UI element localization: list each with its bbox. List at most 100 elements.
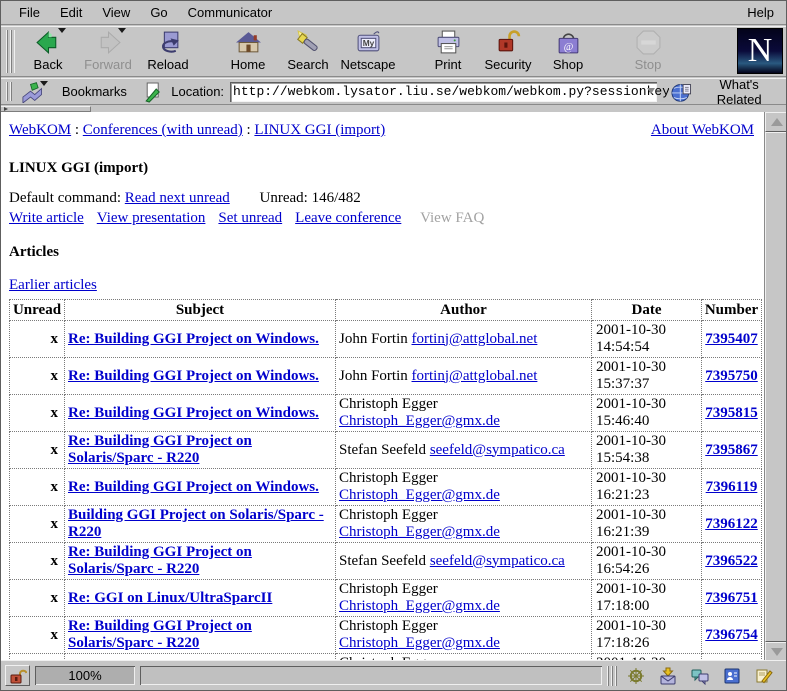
home-button[interactable]: Home <box>218 28 278 74</box>
menu-communicator[interactable]: Communicator <box>178 2 283 23</box>
table-row: x Building GGI Project on Solaris/Sparc … <box>10 506 762 543</box>
netscape-button[interactable]: MyNetscape <box>338 28 398 74</box>
article-date: 2001-10-30 16:21:23 <box>592 469 702 506</box>
read-next-unread-link[interactable]: Read next unread <box>125 190 230 206</box>
article-number-link[interactable]: 7395815 <box>705 405 758 421</box>
toolbar-button-label: Netscape <box>341 57 396 72</box>
scroll-up-button[interactable] <box>765 112 787 132</box>
author-email-link[interactable]: Christoph_Egger@gmx.de <box>339 524 500 540</box>
security-button[interactable]: Security <box>478 28 538 74</box>
breadcrumb-separator: : <box>243 122 255 138</box>
component-bar-grip[interactable] <box>607 666 617 686</box>
browser-window: FileEditViewGoCommunicator Help Back Forw… <box>0 0 787 691</box>
author-email-link[interactable]: Christoph_Egger@gmx.de <box>339 413 500 429</box>
article-number-link[interactable]: 7395750 <box>705 368 758 384</box>
vertical-scrollbar[interactable] <box>764 112 787 662</box>
navigator-component-button[interactable] <box>626 666 646 686</box>
article-date: 2001-10-30 17:18:00 <box>592 580 702 617</box>
article-number-link[interactable]: 7396122 <box>705 516 758 532</box>
subject-link[interactable]: Re: Building GGI Project on Solaris/Spar… <box>68 544 252 577</box>
reload-button[interactable]: Reload <box>138 28 198 74</box>
menu-view[interactable]: View <box>92 2 140 23</box>
unread-mark: x <box>10 321 65 358</box>
author-name: Stefan Seefeld <box>339 442 430 458</box>
toolbar-button-label: Security <box>485 57 532 72</box>
article-date: 2001-10-30 16:54:26 <box>592 543 702 580</box>
breadcrumb-link[interactable]: WebKOM <box>9 122 71 138</box>
print-icon <box>435 29 462 56</box>
subject-link[interactable]: Re: Building GGI Project on Solaris/Spar… <box>68 433 252 466</box>
unread-mark: x <box>10 432 65 469</box>
subject-link[interactable]: Re: Building GGI Project on Windows. <box>68 331 319 347</box>
article-number-link[interactable]: 7395407 <box>705 331 758 347</box>
print-button[interactable]: Print <box>418 28 478 74</box>
history-dropdown-arrow-icon <box>58 28 66 33</box>
url-input[interactable] <box>233 84 669 100</box>
author-email-link[interactable]: seefeld@sympatico.ca <box>430 442 565 458</box>
article-number-link[interactable]: 7396119 <box>706 479 758 495</box>
discussions-component-button[interactable] <box>690 666 710 686</box>
location-toolbar-grip[interactable] <box>6 82 14 101</box>
subject-link[interactable]: Re: Building GGI Project on Windows. <box>68 479 319 495</box>
leave-conference-link[interactable]: Leave conference <box>295 210 401 226</box>
author-email-link[interactable]: fortinj@attglobal.net <box>412 331 538 347</box>
set-unread-link[interactable]: Set unread <box>218 210 282 226</box>
articles-heading: Articles <box>9 244 764 261</box>
author-email-link[interactable]: Christoph_Egger@gmx.de <box>339 635 500 651</box>
shop-button[interactable]: @Shop <box>538 28 598 74</box>
unread-count: 146/482 <box>312 190 361 206</box>
view-faq-disabled: View FAQ <box>420 210 484 226</box>
author-email-link[interactable]: seefeld@sympatico.ca <box>430 553 565 569</box>
author-name: John Fortin <box>339 331 412 347</box>
mailbox-component-button[interactable] <box>658 666 678 686</box>
menu-go[interactable]: Go <box>140 2 177 23</box>
subject-link[interactable]: Re: GGI on Linux/UltraSparcII <box>68 590 272 606</box>
subject-link[interactable]: Re: Building GGI Project on Windows. <box>68 405 319 421</box>
table-row: x Re: Building GGI Project on Windows. C… <box>10 395 762 432</box>
unread-mark: x <box>10 358 65 395</box>
toolbar-button-label: Forward <box>84 57 132 72</box>
toolbar-buttons: Back Forward Reload Home Search MyNetscape Pri… <box>18 27 678 76</box>
table-row: x Re: Building GGI Project on Solaris/Sp… <box>10 432 762 469</box>
article-number-link[interactable]: 7396754 <box>705 627 758 643</box>
search-button[interactable]: Search <box>278 28 338 74</box>
author-email-link[interactable]: Christoph_Egger@gmx.de <box>339 598 500 614</box>
earlier-articles-link[interactable]: Earlier articles <box>9 277 97 293</box>
forward-button: Forward <box>78 28 138 74</box>
breadcrumb-link[interactable]: Conferences (with unread) <box>83 122 243 138</box>
back-button[interactable]: Back <box>18 28 78 74</box>
view-presentation-link[interactable]: View presentation <box>97 210 206 226</box>
unread-mark: x <box>10 580 65 617</box>
toolbar-button-label: Search <box>287 57 328 72</box>
url-dropdown-arrow-icon[interactable] <box>647 88 655 94</box>
menu-file[interactable]: File <box>9 2 50 23</box>
default-command-line: Default command: Read next unread Unread… <box>9 190 764 207</box>
toolbar-grip[interactable] <box>6 30 15 73</box>
write-article-link[interactable]: Write article <box>9 210 84 226</box>
menu-help[interactable]: Help <box>743 2 778 23</box>
author-email-link[interactable]: fortinj@attglobal.net <box>412 368 538 384</box>
breadcrumb-link[interactable]: LINUX GGI (import) <box>254 122 385 138</box>
article-number-link[interactable]: 7395867 <box>705 442 758 458</box>
menu-edit[interactable]: Edit <box>50 2 92 23</box>
article-number-link[interactable]: 7396522 <box>705 553 758 569</box>
subject-link[interactable]: Building GGI Project on Solaris/Sparc - … <box>68 507 324 540</box>
scrollbar-thumb[interactable] <box>765 132 787 642</box>
author-name: Stefan Seefeld <box>339 553 430 569</box>
toolbar-button-label: Reload <box>147 57 188 72</box>
earlier-articles-wrap: Earlier articles <box>9 277 764 294</box>
article-number-link[interactable]: 7396751 <box>705 590 758 606</box>
address-book-component-button[interactable] <box>722 666 742 686</box>
scroll-down-button[interactable] <box>765 642 787 662</box>
security-status-button[interactable] <box>5 665 30 686</box>
bookmarks-button[interactable]: Bookmarks <box>62 84 127 99</box>
netscape-logo[interactable]: N <box>737 28 783 74</box>
author-email-link[interactable]: Christoph_Egger@gmx.de <box>339 487 500 503</box>
history-dropdown-arrow-icon <box>118 28 126 33</box>
about-webkom-link[interactable]: About WebKOM <box>651 122 754 139</box>
composer-component-button[interactable] <box>754 666 774 686</box>
mailbox-icon <box>659 667 677 685</box>
whats-related-button[interactable]: What's Related <box>665 76 786 108</box>
subject-link[interactable]: Re: Building GGI Project on Solaris/Spar… <box>68 618 252 651</box>
subject-link[interactable]: Re: Building GGI Project on Windows. <box>68 368 319 384</box>
